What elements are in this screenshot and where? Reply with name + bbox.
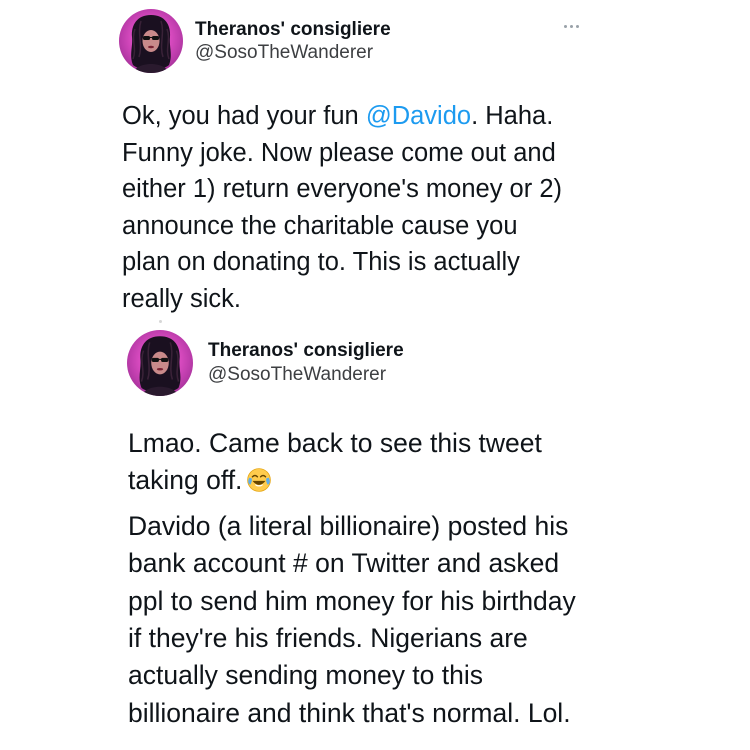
text-segment: . Haha. [471,102,554,130]
more-dots-icon[interactable] [562,19,580,33]
avatar-portrait-icon [139,336,181,396]
tweet-text-line: ppl to send him money for his birthday [128,585,576,616]
author-handle[interactable]: @SosoTheWanderer [195,42,373,64]
tweet-text-line: Lmao. Came back to see this tweet [128,428,542,458]
author-handle[interactable]: @SosoTheWanderer [208,364,386,386]
tweet-text-line: billionaire and think that's normal. Lol… [128,697,571,728]
tweet-text-line: taking off. [128,462,576,499]
author-name[interactable]: Theranos' consigliere [208,340,404,362]
face-with-tears-of-joy-icon [246,467,272,493]
author-name[interactable]: Theranos' consigliere [195,19,391,41]
tweet-text-line: Funny joke. Now please come out and [122,138,556,167]
tweet-text-line: actually sending money to this [128,660,484,691]
text-segment: taking off. [128,465,243,496]
mention-link[interactable]: @Davido [366,102,471,130]
avatar-portrait-icon [131,15,171,73]
tweet-text-line: either 1) return everyone's money or 2) [122,175,562,203]
tweet-text: Ok, you had your fun @Davido. Haha. Funn… [122,98,562,317]
text-segment: Ok, you had your fun [122,102,366,130]
tweet-text-line: announce the charitable cause you [122,211,518,240]
tweet-text-line: plan on donating to. This is actually [122,248,520,276]
tweet-text-line: really sick. [122,284,242,313]
avatar[interactable] [127,330,193,396]
tweet-text-line: Ok, you had your fun @Davido. Haha. [122,98,562,135]
divider-dot [159,320,162,323]
tweet-text: Lmao. Came back to see this tweet taking… [128,425,576,732]
avatar[interactable] [119,9,183,73]
tweet-text-line: Davido (a literal billionaire) posted hi… [128,510,569,541]
tweet-text-line: if they're his friends. Nigerians are [128,623,528,654]
tweet-text-line: bank account # on Twitter and asked [128,548,560,579]
